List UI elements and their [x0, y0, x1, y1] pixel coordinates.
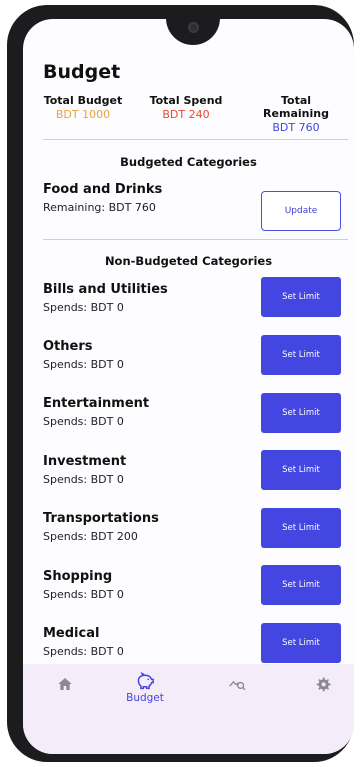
set-limit-button[interactable]: Set Limit	[261, 277, 341, 317]
total-budget-label: Total Budget	[43, 94, 123, 107]
nav-budget[interactable]: Budget	[115, 672, 175, 704]
total-budget-value: BDT 1000	[55, 108, 111, 121]
chart-search-icon	[207, 676, 267, 692]
front-camera	[188, 22, 199, 33]
total-spend-value: BDT 240	[162, 108, 210, 121]
app-screen: Budget Total Budget BDT 1000 Total Spend…	[23, 19, 354, 754]
category-spends: Spends: BDT 0	[43, 473, 124, 486]
category-name: Investment	[43, 454, 127, 469]
total-remaining-summary: Total Remaining BDT 760	[247, 94, 345, 134]
non-budgeted-categories-title: Non-Budgeted Categories	[104, 254, 273, 268]
set-limit-button[interactable]: Set Limit	[261, 623, 341, 663]
divider	[43, 139, 348, 140]
nav-analytics[interactable]	[207, 676, 267, 692]
update-button[interactable]: Update	[261, 191, 341, 231]
category-spends: Spends: BDT 0	[43, 301, 124, 314]
category-name: Transportations	[43, 511, 159, 526]
set-limit-button[interactable]: Set Limit	[261, 565, 341, 605]
total-budget-summary: Total Budget BDT 1000	[43, 94, 123, 121]
bottom-navigation: Budget	[23, 664, 354, 754]
category-name: Bills and Utilities	[43, 282, 168, 297]
category-name: Entertainment	[43, 396, 150, 411]
category-remaining: Remaining: BDT 760	[43, 201, 156, 214]
total-remaining-value: BDT 760	[272, 121, 320, 134]
nav-budget-label: Budget	[126, 692, 164, 704]
phone-frame: Budget Total Budget BDT 1000 Total Spend…	[7, 5, 354, 762]
divider	[43, 239, 348, 240]
set-limit-button[interactable]: Set Limit	[261, 508, 341, 548]
total-remaining-label: Total Remaining	[263, 94, 329, 120]
piggy-bank-icon	[115, 672, 175, 690]
page-title: Budget	[43, 61, 121, 83]
set-limit-button[interactable]: Set Limit	[261, 450, 341, 490]
category-name: Food and Drinks	[43, 182, 163, 197]
category-spends: Spends: BDT 0	[43, 588, 124, 601]
set-limit-button[interactable]: Set Limit	[261, 393, 341, 433]
category-spends: Spends: BDT 0	[43, 415, 124, 428]
budgeted-categories-title: Budgeted Categories	[120, 155, 257, 169]
set-limit-button[interactable]: Set Limit	[261, 335, 341, 375]
category-spends: Spends: BDT 0	[43, 358, 124, 371]
nav-home[interactable]	[35, 676, 95, 692]
category-name: Shopping	[43, 569, 113, 584]
total-spend-label: Total Spend	[149, 94, 223, 107]
category-name: Medical	[43, 626, 100, 641]
category-spends: Spends: BDT 200	[43, 530, 138, 543]
total-spend-summary: Total Spend BDT 240	[145, 94, 227, 121]
home-icon	[35, 676, 95, 692]
category-name: Others	[43, 339, 93, 354]
gear-icon	[293, 676, 353, 692]
nav-settings[interactable]	[293, 676, 353, 692]
category-spends: Spends: BDT 0	[43, 645, 124, 658]
